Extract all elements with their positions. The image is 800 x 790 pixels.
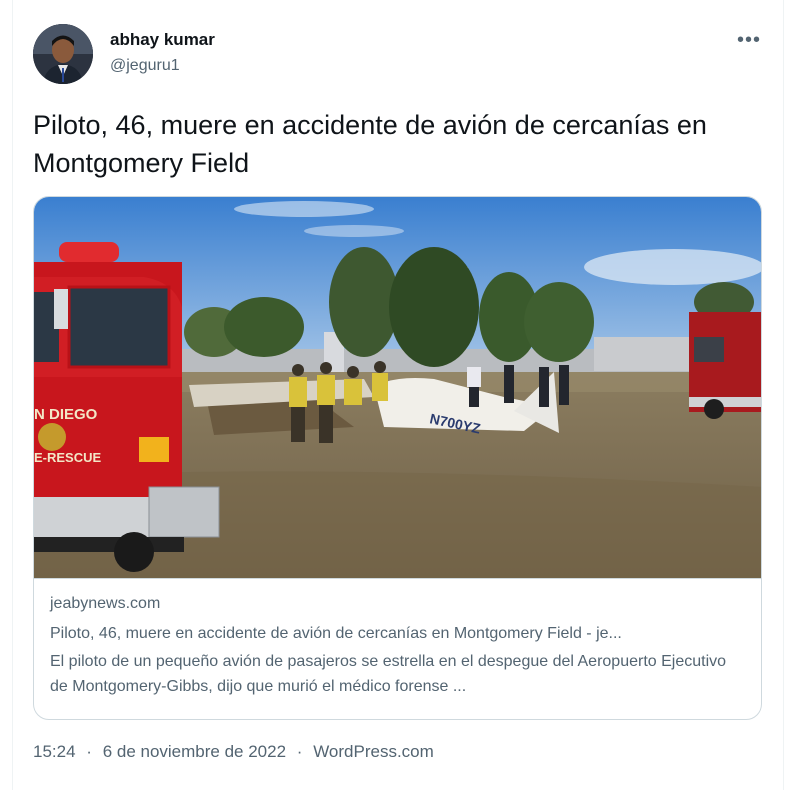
user-display-name[interactable]: abhay kumar — [110, 30, 215, 50]
card-description: El piloto de un pequeño avión de pasajer… — [50, 653, 727, 695]
user-handle[interactable]: @jeguru1 — [110, 57, 180, 75]
card-domain: jeabynews.com — [50, 595, 161, 612]
tweet-date[interactable]: 6 de noviembre de 2022 — [103, 742, 286, 761]
link-card[interactable]: N700YZ N DIEGO E-RESCUE jeabynews.com Pi… — [33, 196, 762, 720]
separator: · — [86, 742, 92, 761]
card-image: N700YZ N DIEGO E-RESCUE — [34, 197, 761, 578]
tweet: abhay kumar @jeguru1 ••• Piloto, 46, mue… — [12, 0, 784, 790]
more-horizontal-icon[interactable]: ••• — [737, 30, 761, 50]
tweet-footer: 15:24 · 6 de noviembre de 2022 · WordPre… — [33, 742, 434, 762]
tweet-time[interactable]: 15:24 — [33, 742, 76, 761]
card-title: Piloto, 46, muere en accidente de avión … — [50, 625, 622, 642]
separator: · — [296, 742, 303, 761]
avatar[interactable] — [33, 24, 93, 84]
truck-sign: N DIEGO — [34, 406, 98, 423]
tweet-source[interactable]: WordPress.com — [313, 742, 434, 761]
truck-sign-2: E-RESCUE — [34, 450, 102, 465]
card-meta: jeabynews.com Piloto, 46, muere en accid… — [34, 578, 761, 695]
user-avatar-image — [33, 24, 93, 84]
tweet-text: Piloto, 46, muere en accidente de avión … — [33, 110, 707, 178]
